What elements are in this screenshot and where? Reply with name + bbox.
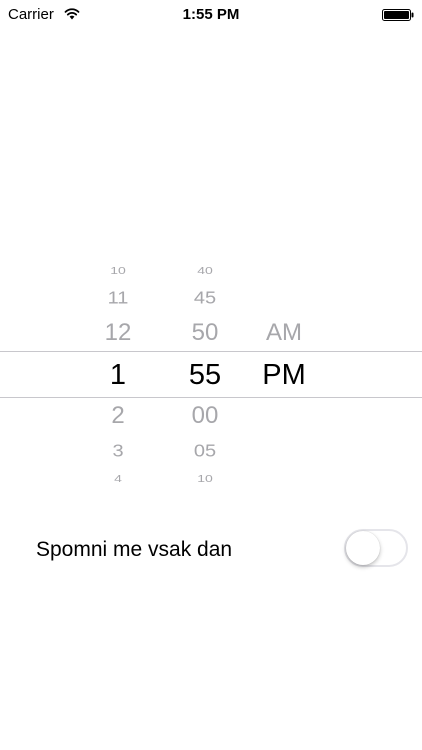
daily-reminder-row: Spomni me vsak dan (0, 522, 422, 574)
hour-option[interactable]: 10 (78, 265, 158, 276)
minute-option[interactable]: 00 (165, 404, 245, 428)
period-selected[interactable]: PM (244, 360, 324, 390)
minute-option[interactable]: 10 (165, 473, 245, 484)
daily-reminder-toggle[interactable] (344, 529, 408, 567)
minute-option[interactable]: 50 (165, 321, 245, 345)
hour-wheel[interactable]: 10 11 12 1 2 3 4 (78, 250, 158, 500)
battery-icon (382, 9, 414, 21)
time-picker[interactable]: 10 11 12 1 2 3 4 40 45 50 55 00 05 10 AM PM (0, 250, 422, 500)
minute-option[interactable]: 05 (165, 442, 245, 460)
daily-reminder-label: Spomni me vsak dan (36, 538, 233, 561)
minute-option[interactable]: 45 (165, 289, 245, 307)
period-wheel[interactable]: AM PM (244, 250, 324, 500)
hour-selected[interactable]: 1 (78, 360, 158, 390)
minute-option[interactable]: 40 (165, 265, 245, 276)
status-time: 1:55 PM (182, 6, 240, 23)
hour-option[interactable]: 2 (78, 404, 158, 428)
status-bar: Carrier 1:55 PM (0, 0, 422, 30)
toggle-knob[interactable] (346, 531, 380, 565)
period-option[interactable]: AM (244, 321, 324, 345)
hour-option[interactable]: 3 (78, 442, 158, 460)
hour-option[interactable]: 11 (78, 289, 158, 307)
screen: Carrier 1:55 PM 10 11 12 1 2 3 4 40 45 50 55 00 05 1… (0, 0, 422, 750)
hour-option[interactable]: 4 (78, 473, 158, 484)
minute-wheel[interactable]: 40 45 50 55 00 05 10 (165, 250, 245, 500)
minute-selected[interactable]: 55 (165, 360, 245, 390)
hour-option[interactable]: 12 (78, 321, 158, 345)
